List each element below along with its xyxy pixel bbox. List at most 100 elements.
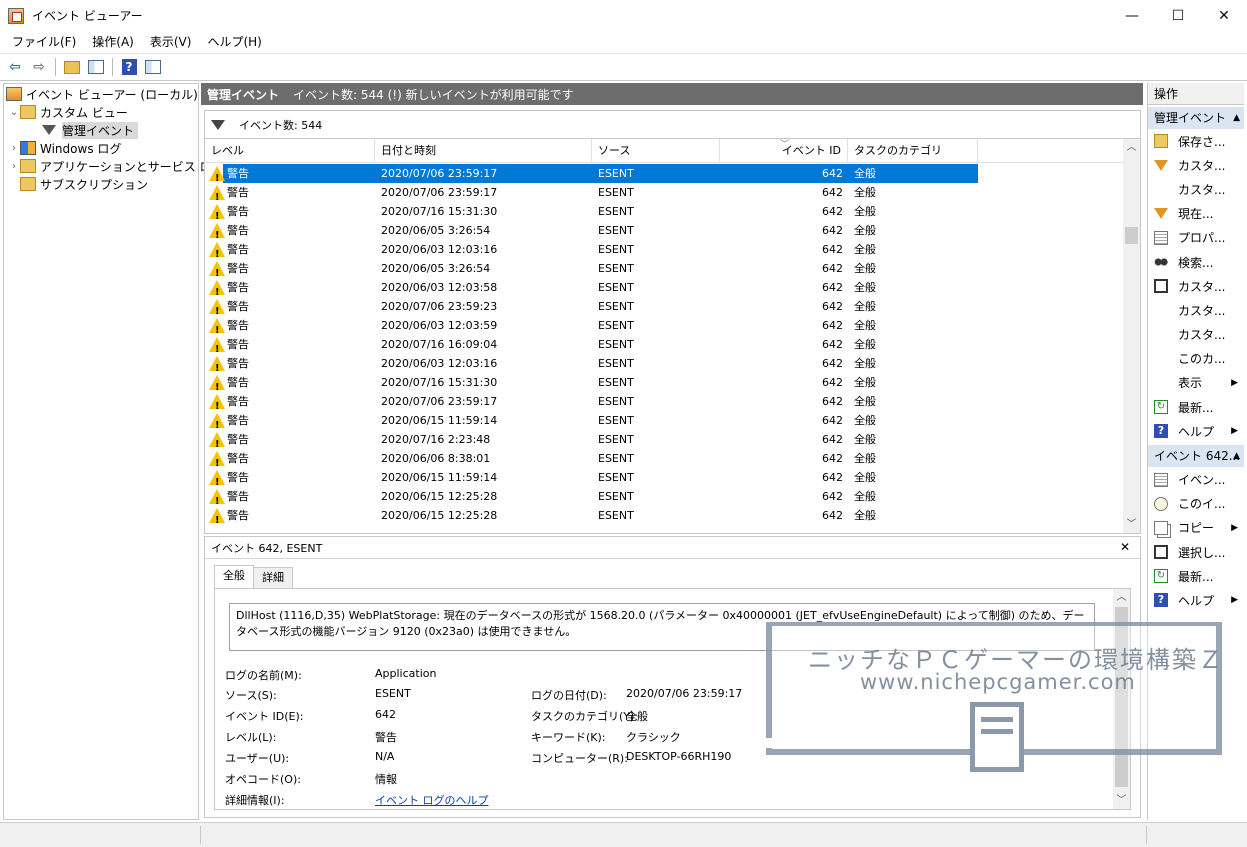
value-user[interactable]: N/A [375,750,394,763]
expand-chevron-icon[interactable]: › [8,143,20,154]
action-item[interactable]: ? ヘルプ ▶ [1148,588,1244,612]
cell-date: 2020/06/06 8:38:01 [381,452,491,465]
close-button[interactable]: ✕ [1201,0,1247,31]
event-row[interactable]: 警告 2020/07/06 23:59:23 ESENT 642 全般 [205,297,1125,316]
show-hide-action-pane-button[interactable] [142,56,164,78]
value-source[interactable]: ESENT [375,687,411,700]
event-row[interactable]: 警告 2020/06/03 12:03:16 ESENT 642 全般 [205,240,1125,259]
event-row[interactable]: 警告 2020/06/06 8:38:01 ESENT 642 全般 [205,449,1125,468]
action-item[interactable]: イベン... [1148,467,1244,491]
action-item[interactable]: カスタ... [1148,323,1244,347]
event-row[interactable]: 警告 2020/06/03 12:03:59 ESENT 642 全般 [205,316,1125,335]
event-row[interactable]: 警告 2020/06/15 11:59:14 ESENT 642 全般 [205,411,1125,430]
show-hide-tree-button[interactable] [85,56,107,78]
tree-item-admin-events[interactable]: 管理イベント [42,121,139,139]
tree-item-app-service-logs[interactable]: › アプリケーションとサービス ログ [8,157,224,175]
menu-file[interactable]: ファイル(F) [4,31,84,53]
action-item[interactable]: 表示 ▶ [1148,371,1244,395]
value-task[interactable]: 全般 [626,708,648,724]
results-title: 管理イベント [207,87,280,102]
help-button[interactable]: ? [118,56,140,78]
collapse-triangle-icon[interactable]: ▲ [1233,107,1240,129]
event-row[interactable]: 警告2020/07/06 23:59:17ESENT642全般 [205,164,1125,183]
event-row[interactable]: 警告 2020/07/16 2:23:48 ESENT 642 全般 [205,430,1125,449]
expand-chevron-icon[interactable]: › [8,161,20,172]
action-item[interactable]: カスタ... [1148,177,1244,201]
event-row[interactable]: 警告 2020/06/03 12:03:16 ESENT 642 全般 [205,354,1125,373]
event-row[interactable]: 警告 2020/07/16 15:31:30 ESENT 642 全般 [205,202,1125,221]
action-item[interactable]: 現在... [1148,202,1244,226]
cell-level: 警告 [205,449,375,468]
event-row[interactable]: 警告 2020/07/16 15:31:30 ESENT 642 全般 [205,373,1125,392]
column-level[interactable]: レベル [205,139,375,163]
scroll-up-icon[interactable]: ︿ [1113,589,1130,606]
action-item[interactable]: カスタ... [1148,274,1244,298]
event-row[interactable]: 警告 2020/06/15 12:25:28 ESENT 642 全般 [205,506,1125,525]
expand-chevron-icon[interactable]: ⌄ [8,107,20,118]
action-item[interactable]: カスタ... [1148,298,1244,322]
scroll-down-icon[interactable]: ﹀ [1123,516,1140,533]
event-row[interactable]: 警告 2020/07/16 16:09:04 ESENT 642 全般 [205,335,1125,354]
scroll-up-icon[interactable]: ︿ [1123,139,1140,156]
column-task[interactable]: タスクのカテゴリ [848,139,978,163]
value-event-id[interactable]: 642 [375,708,396,721]
event-list[interactable]: レベル 日付と時刻 ソース ﹀イベント ID タスクのカテゴリ 警告2020/0… [204,138,1141,534]
value-keywords[interactable]: クラシック [626,729,681,745]
column-event-id[interactable]: ﹀ イベント ID [720,139,848,163]
action-item[interactable]: カスタ... [1148,153,1244,177]
list-scrollbar[interactable]: ︿ ﹀ [1123,139,1140,533]
minimize-button[interactable]: — [1109,0,1155,31]
action-item[interactable]: 保存さ... [1148,129,1244,153]
tab-general[interactable]: 全般 [214,565,254,588]
value-opcode[interactable]: 情報 [375,771,397,787]
value-level[interactable]: 警告 [375,729,397,745]
cell-event-id: 642 [822,357,843,370]
actions-section-event[interactable]: イベント 642... ▲ [1148,445,1244,468]
event-row[interactable]: 警告2020/07/06 23:59:17ESENT642全般 [205,183,1125,202]
tree-item-windows-logs[interactable]: › Windows ログ [8,139,121,157]
event-row[interactable]: 警告 2020/06/03 12:03:58 ESENT 642 全般 [205,278,1125,297]
tab-details[interactable]: 詳細 [253,567,293,588]
column-source[interactable]: ソース [592,139,720,163]
value-log-name[interactable]: Application [375,667,436,680]
tree-item-custom-views[interactable]: ⌄ カスタム ビュー [8,103,128,121]
event-row[interactable]: 警告 2020/06/05 3:26:54 ESENT 642 全般 [205,259,1125,278]
up-folder-button[interactable] [61,56,83,78]
collapse-triangle-icon[interactable]: ▲ [1233,445,1240,467]
action-item[interactable]: このイ... [1148,492,1244,516]
menu-view[interactable]: 表示(V) [142,31,200,53]
cell-source: ESENT [598,186,634,199]
action-item[interactable]: プロパ... [1148,226,1244,250]
forward-arrow-icon[interactable]: ⇨ [28,56,50,78]
event-row[interactable]: 警告 2020/06/15 11:59:14 ESENT 642 全般 [205,468,1125,487]
event-row[interactable]: 警告 2020/06/15 12:25:28 ESENT 642 全般 [205,487,1125,506]
column-date[interactable]: 日付と時刻 [375,139,592,163]
maximize-button[interactable]: ☐ [1155,0,1201,31]
back-arrow-icon[interactable]: ⇦ [4,56,26,78]
event-log-help-link[interactable]: イベント ログのヘルプ [375,792,489,808]
cell-event-id: 642 [822,338,843,351]
scroll-thumb[interactable] [1125,227,1138,244]
action-item[interactable]: 検索... [1148,250,1244,274]
cell-level: 警告 [205,278,375,297]
value-computer[interactable]: DESKTOP-66RH190 [626,750,731,763]
actions-section-admin-events[interactable]: 管理イベント ▲ [1148,107,1244,129]
event-row[interactable]: 警告2020/07/06 23:59:17ESENT642全般 [205,392,1125,411]
action-item[interactable]: ? ヘルプ ▶ [1148,419,1244,443]
cell-task: 全般 [854,376,876,389]
tree-item-subscriptions[interactable]: サブスクリプション [20,175,148,193]
event-row[interactable]: 警告 2020/06/05 3:26:54 ESENT 642 全般 [205,221,1125,240]
action-item[interactable]: ↻ 最新... [1148,564,1244,588]
close-icon[interactable]: ✕ [1120,540,1130,554]
action-item[interactable]: ↻ 最新... [1148,395,1244,419]
scroll-down-icon[interactable]: ﹀ [1113,792,1130,809]
label-user: ユーザー(U): [225,752,290,765]
label-more-info: 詳細情報(I): [225,794,285,807]
menu-action[interactable]: 操作(A) [84,31,142,53]
menu-help[interactable]: ヘルプ(H) [199,31,269,53]
action-item[interactable]: 選択し... [1148,540,1244,564]
action-item[interactable]: コピー ▶ [1148,516,1244,540]
value-logged[interactable]: 2020/07/06 23:59:17 [626,687,742,700]
tree-item-root[interactable]: イベント ビューアー (ローカル) [6,85,198,103]
action-item[interactable]: このカ... [1148,347,1244,371]
